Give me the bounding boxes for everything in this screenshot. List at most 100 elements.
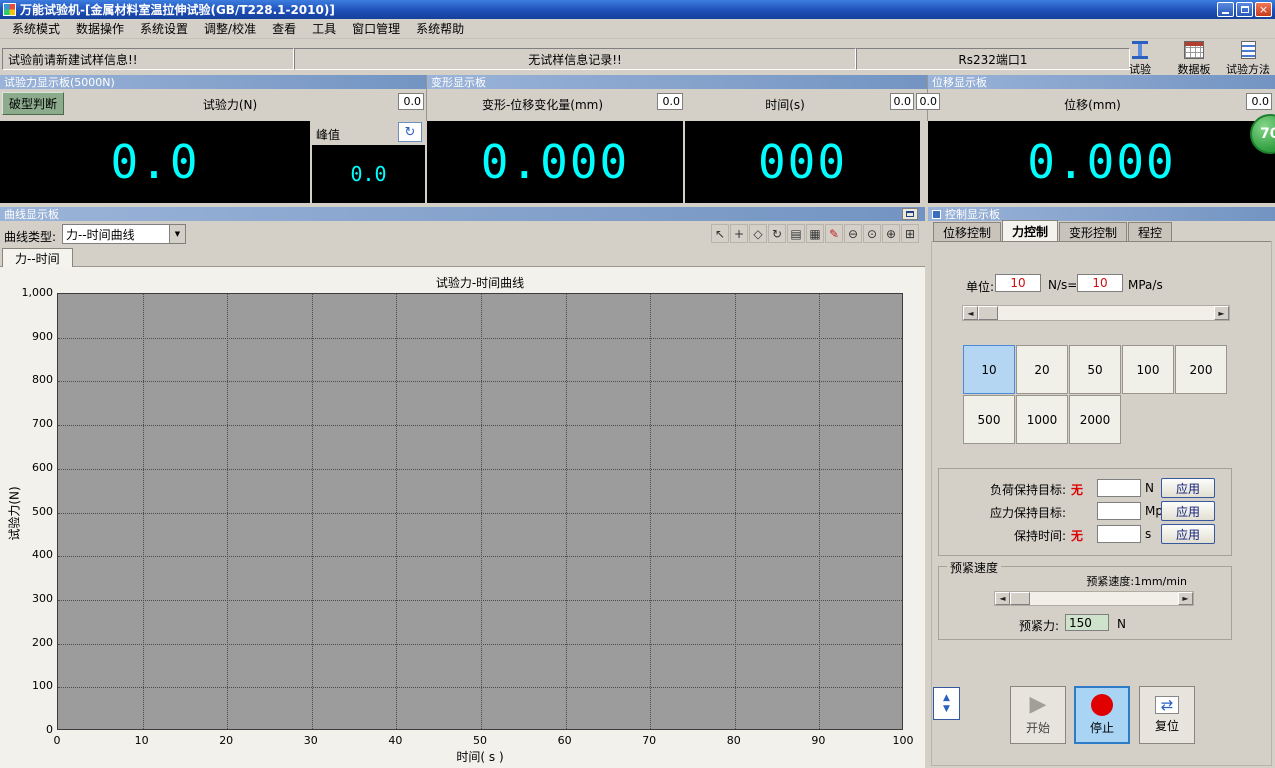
speed-button-500[interactable]: 500 [963,395,1015,444]
v-gridline [819,294,820,729]
speed-button-2000[interactable]: 2000 [1069,395,1121,444]
zoom-normal-icon[interactable]: ⊙ [863,224,881,243]
tab-力控制[interactable]: 力控制 [1002,220,1058,241]
h-gridline [58,600,902,601]
hold-value-input[interactable] [1097,502,1141,520]
chart-x-axis-label: 时间( s ) [57,748,903,765]
force-rate-input[interactable] [995,274,1041,292]
scroll-right-icon[interactable]: ► [1214,306,1229,320]
break-judge-button[interactable]: 破型判断 [2,92,64,115]
data-panel-button[interactable]: 数据板 [1171,41,1217,77]
unit-mid-label: N/s= [1048,278,1077,292]
x-tick-label: 60 [545,734,585,747]
deform-panel-header: 变形显示板 [427,75,928,89]
section-divider [426,75,427,121]
tab-变形控制[interactable]: 变形控制 [1059,222,1127,241]
save-icon[interactable]: ▤ [787,224,805,243]
print-icon[interactable]: ▦ [806,224,824,243]
preload-scrollbar-track[interactable] [1030,592,1178,605]
curve-tab-force-time[interactable]: 力--时间 [2,248,73,267]
pan-icon[interactable]: ◇ [749,224,767,243]
zoom-window-icon[interactable]: ⊞ [901,224,919,243]
h-gridline [58,687,902,688]
x-tick-label: 80 [714,734,754,747]
top-toolbar: 试验 数据板 试验方法 [1117,41,1271,77]
menu-item[interactable]: 数据操作 [68,18,132,39]
h-gridline [58,381,902,382]
test-icon [1130,41,1150,59]
annotate-icon[interactable]: ✎ [825,224,843,243]
menu-item[interactable]: 系统设置 [132,18,196,39]
hold-value-input[interactable] [1097,525,1141,543]
apply-button[interactable]: 应用 [1161,501,1215,521]
x-tick-label: 20 [206,734,246,747]
speed-button-200[interactable]: 200 [1175,345,1227,394]
speed-button-1000[interactable]: 1000 [1016,395,1068,444]
menu-item[interactable]: 调整/校准 [196,18,264,39]
speed-button-10[interactable]: 10 [963,345,1015,394]
speed-button-20[interactable]: 20 [1016,345,1068,394]
peak-reset-button[interactable]: ↻ [398,122,422,142]
pointer-icon[interactable]: ↖ [711,224,729,243]
menu-item[interactable]: 窗口管理 [344,18,408,39]
stop-button[interactable]: 停止 [1074,686,1130,744]
v-gridline [650,294,651,729]
stress-rate-input[interactable] [1077,274,1123,292]
window-controls: × [1217,2,1272,17]
crosshair-icon[interactable]: + [730,224,748,243]
force-led-display: 0.0 [0,121,310,203]
zoom-in-icon[interactable]: ⊕ [882,224,900,243]
menu-item[interactable]: 系统模式 [4,18,68,39]
curve-toolbar-icons: ↖+◇↻▤▦✎⊖⊙⊕⊞ [711,224,919,243]
maximize-button[interactable] [1236,2,1253,17]
menu-item[interactable]: 工具 [304,18,344,39]
tab-程控[interactable]: 程控 [1128,222,1172,241]
tab-位移控制[interactable]: 位移控制 [933,222,1001,241]
apply-button[interactable]: 应用 [1161,478,1215,498]
menu-item[interactable]: 系统帮助 [408,18,472,39]
port-cell: Rs232端口1 [856,48,1130,70]
y-tick-label: 800 [7,373,53,386]
reset-button-label: 复位 [1155,717,1179,734]
hold-unit: N [1145,481,1154,495]
refresh-icon[interactable]: ↻ [768,224,786,243]
speed-button-50[interactable]: 50 [1069,345,1121,394]
minimize-button[interactable] [1217,2,1234,17]
curve-panel-minimize-button[interactable] [902,208,918,220]
preload-scrollbar[interactable]: ◄ ► [994,591,1194,606]
rate-scrollbar-thumb[interactable] [978,306,998,320]
preload-scrollbar-thumb[interactable] [1010,592,1030,605]
force-label: 试验力(N) [65,96,395,113]
chevron-down-icon[interactable]: ▼ [169,225,185,243]
scroll-left-icon[interactable]: ◄ [963,306,978,320]
preload-force-input[interactable] [1065,614,1109,631]
jog-updown-button[interactable]: ▲ ▼ [933,687,960,720]
rate-scrollbar-track[interactable] [998,306,1214,320]
v-gridline [735,294,736,729]
h-gridline [58,469,902,470]
hold-value-input[interactable] [1097,479,1141,497]
x-tick-label: 40 [375,734,415,747]
menu-item[interactable]: 查看 [264,18,304,39]
speed-button-100[interactable]: 100 [1122,345,1174,394]
h-gridline [58,338,902,339]
curve-tabstrip: 力--时间 [0,247,925,267]
displacement-panel-header: 位移显示板 [928,75,1275,89]
control-panel-icon [932,210,941,219]
force-small-value: 0.0 [398,93,424,110]
h-gridline [58,425,902,426]
start-button[interactable]: ▶ 开始 [1010,686,1066,744]
curve-type-dropdown[interactable]: 力--时间曲线 ▼ [62,224,186,244]
reset-button[interactable]: ⇄ 复位 [1139,686,1195,744]
scroll-left-icon[interactable]: ◄ [995,592,1010,605]
rate-scrollbar[interactable]: ◄ ► [962,305,1230,321]
stop-icon [1091,694,1113,716]
test-button[interactable]: 试验 [1117,41,1163,77]
scroll-right-icon[interactable]: ► [1178,592,1193,605]
x-tick-label: 30 [291,734,331,747]
test-method-button[interactable]: 试验方法 [1225,41,1271,77]
app-icon [3,3,16,16]
zoom-out-icon[interactable]: ⊖ [844,224,862,243]
apply-button[interactable]: 应用 [1161,524,1215,544]
close-button[interactable]: × [1255,2,1272,17]
